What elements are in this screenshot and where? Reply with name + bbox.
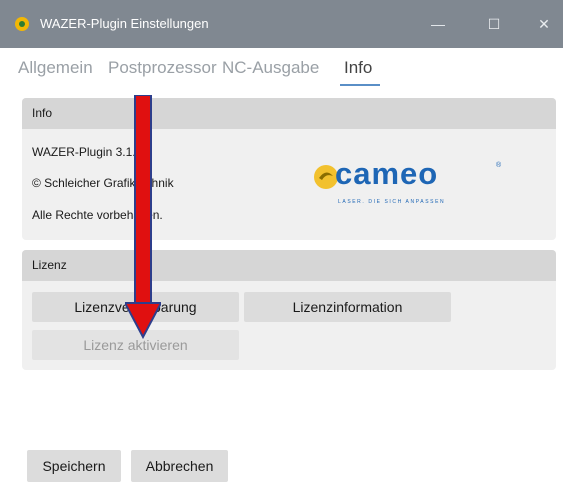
- logo-wordmark: cameo: [335, 156, 439, 191]
- logo-tagline: LASER. DIE SICH ANPASSEN: [338, 199, 446, 205]
- annotation-arrow: [125, 95, 161, 340]
- app-icon: [15, 17, 29, 31]
- maximize-button[interactable]: ☐: [474, 12, 514, 36]
- close-button[interactable]: ✕: [524, 12, 563, 36]
- title-bar: WAZER-Plugin Einstellungen — ☐ ✕: [0, 0, 563, 48]
- cancel-button[interactable]: Abbrechen: [131, 450, 228, 482]
- cameo-logo: cameo ® LASER. DIE SICH ANPASSEN: [313, 156, 503, 212]
- tab-info[interactable]: Info: [344, 58, 372, 78]
- save-button[interactable]: Speichern: [27, 450, 121, 482]
- license-panel-header: Lizenz: [22, 250, 556, 281]
- active-tab-indicator: [340, 84, 380, 86]
- minimize-button[interactable]: —: [418, 12, 458, 36]
- tab-postprozessor[interactable]: Postprozessor: [108, 58, 217, 78]
- license-information-button[interactable]: Lizenzinformation: [244, 292, 451, 322]
- info-panel-header: Info: [22, 98, 556, 129]
- tab-allgemein[interactable]: Allgemein: [18, 58, 93, 78]
- logo-registered-mark: ®: [496, 162, 502, 169]
- window-title: WAZER-Plugin Einstellungen: [40, 16, 209, 31]
- tab-nc-ausgabe[interactable]: NC-Ausgabe: [222, 58, 319, 78]
